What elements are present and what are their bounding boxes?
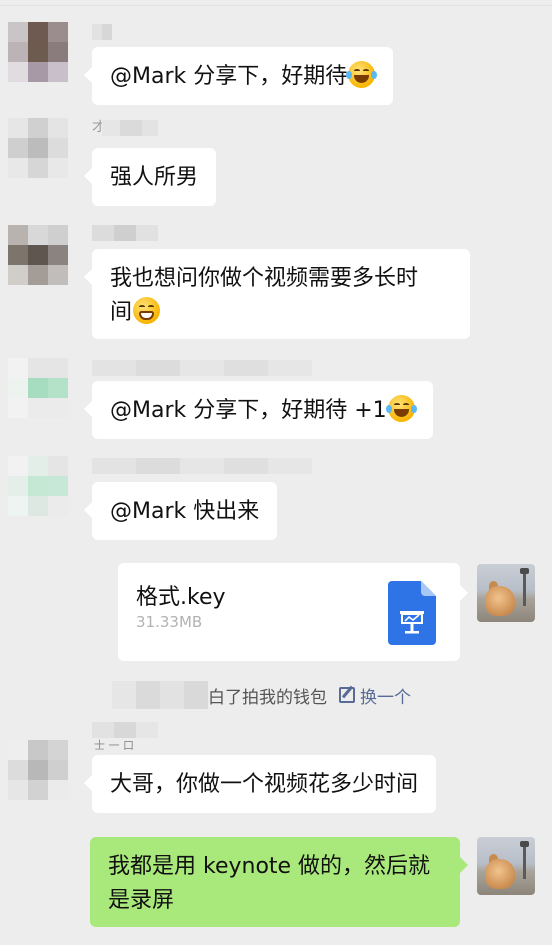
message-bubble[interactable]: @Mark 分享下，好期待 +1 bbox=[84, 381, 433, 439]
avatar[interactable] bbox=[8, 740, 68, 800]
message-bubble[interactable]: 我也想问你做个视频需要多长时 间 bbox=[84, 249, 470, 339]
avatar[interactable] bbox=[8, 456, 68, 516]
message-bubble[interactable]: @Mark 分享下，好期待 bbox=[83, 47, 394, 105]
system-notice-text: 白了拍我的钱包 bbox=[208, 687, 327, 708]
sender-name-redacted bbox=[92, 360, 312, 376]
message-bubble[interactable]: 强人所男 bbox=[83, 148, 217, 206]
file-name: 格式.key bbox=[136, 585, 226, 610]
message-text: @Mark 分享下，好期待 bbox=[110, 64, 348, 89]
message-text-line: 我都是用 keynote 做的，然后就 bbox=[108, 854, 431, 879]
avatar[interactable] bbox=[8, 358, 68, 418]
sender-name-redacted bbox=[92, 722, 158, 738]
message-text-line: 是录屏 bbox=[108, 888, 175, 913]
file-message-card[interactable]: 格式.key 31.33MB bbox=[118, 563, 468, 661]
message-text: @Mark 快出来 bbox=[110, 499, 260, 524]
self-avatar[interactable] bbox=[477, 837, 535, 895]
tears-of-joy-emoji-icon bbox=[346, 61, 378, 88]
self-message-bubble[interactable]: 我都是用 keynote 做的，然后就 是录屏 bbox=[90, 837, 468, 927]
message-text: 强人所男 bbox=[110, 165, 199, 190]
grimace-emoji-icon bbox=[133, 297, 161, 324]
sender-name-redacted bbox=[92, 225, 158, 241]
change-link[interactable]: 换一个 bbox=[339, 683, 411, 708]
sender-name-redacted bbox=[112, 681, 208, 709]
message-text: 大哥，你做一个视频花多少时间 bbox=[110, 772, 419, 797]
system-notice: 白了拍我的钱包 换一个 bbox=[112, 680, 411, 710]
sender-name-redacted bbox=[92, 24, 112, 40]
sender-name-redacted bbox=[92, 458, 312, 474]
message-bubble[interactable]: 大哥，你做一个视频花多少时间 bbox=[83, 755, 437, 813]
message-text-line: 间 bbox=[110, 300, 133, 325]
message-text: @Mark 分享下，好期待 +1 bbox=[110, 398, 387, 423]
avatar[interactable] bbox=[8, 118, 68, 178]
sender-name-fragment: 士 一 口 bbox=[94, 739, 134, 752]
change-link-label: 换一个 bbox=[360, 687, 411, 708]
file-size: 31.33MB bbox=[136, 613, 203, 631]
message-bubble[interactable]: @Mark 快出来 bbox=[83, 482, 278, 540]
sender-name-redacted: 才 bbox=[92, 120, 158, 136]
keynote-file-icon bbox=[388, 581, 436, 645]
message-text-line: 我也想问你做个视频需要多长时 bbox=[110, 266, 419, 291]
tears-of-joy-emoji-icon bbox=[385, 395, 417, 422]
avatar[interactable] bbox=[8, 22, 68, 82]
self-avatar[interactable] bbox=[477, 564, 535, 622]
edit-icon bbox=[339, 687, 355, 703]
top-divider bbox=[0, 0, 552, 6]
avatar[interactable] bbox=[8, 225, 68, 285]
